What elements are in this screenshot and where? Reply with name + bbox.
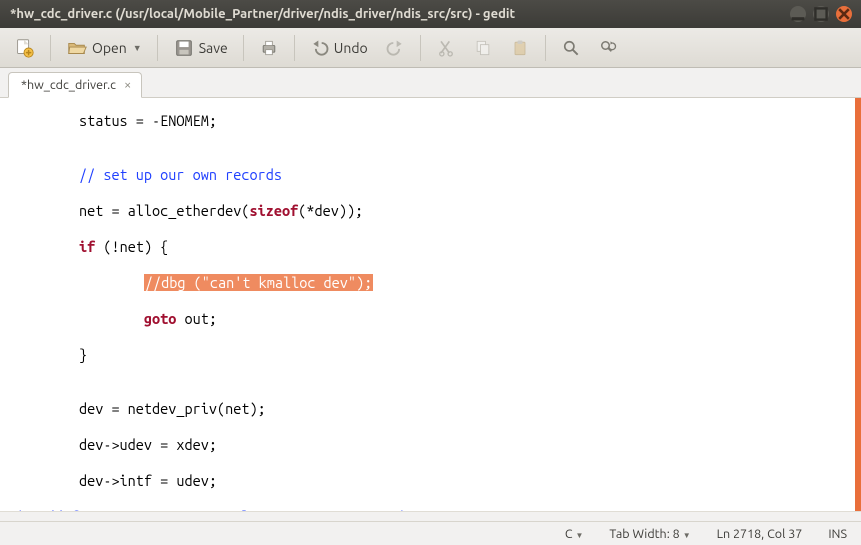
chevron-down-icon: ▼ <box>133 43 142 53</box>
close-icon <box>836 6 852 22</box>
window-title: *hw_cdc_driver.c (/usr/local/Mobile_Part… <box>6 7 790 21</box>
code-line: dev = netdev_priv(net); <box>14 400 855 418</box>
find-replace-button[interactable] <box>591 33 625 63</box>
copy-button[interactable] <box>466 33 500 63</box>
code-line: net = alloc_etherdev(sizeof(*dev)); <box>14 202 855 220</box>
editor-area[interactable]: status = -ENOMEM; // set up our own reco… <box>0 98 861 511</box>
save-button[interactable]: Save <box>166 32 235 64</box>
code-line: /* Add for DTS2011050903736 lxz 20110520… <box>14 508 855 511</box>
tab-close-icon[interactable]: × <box>124 78 131 92</box>
code-line: goto out; <box>14 310 855 328</box>
tab-label: *hw_cdc_driver.c <box>21 78 116 92</box>
redo-button[interactable] <box>378 33 412 63</box>
cut-icon <box>436 38 456 58</box>
minimize-button[interactable] <box>790 6 806 22</box>
undo-label: Undo <box>334 40 368 56</box>
open-label: Open <box>92 40 127 56</box>
insert-mode: INS <box>828 527 847 541</box>
paste-button[interactable] <box>503 33 537 63</box>
find-replace-icon <box>598 38 618 58</box>
separator <box>50 35 51 61</box>
cut-button[interactable] <box>429 33 463 63</box>
tab-file[interactable]: *hw_cdc_driver.c × <box>8 72 142 98</box>
undo-button[interactable]: Undo <box>303 33 375 63</box>
new-document-icon <box>13 37 35 59</box>
separator <box>157 35 158 61</box>
copy-icon <box>473 38 493 58</box>
chevron-down-icon: ▼ <box>683 531 691 540</box>
code-line: // set up our own records <box>14 166 855 184</box>
language-selector[interactable]: C▼ <box>565 527 584 541</box>
code-line: status = -ENOMEM; <box>14 112 855 130</box>
save-icon <box>173 37 195 59</box>
open-folder-icon <box>66 37 88 59</box>
open-button[interactable]: Open ▼ <box>59 32 149 64</box>
maximize-button[interactable] <box>813 6 829 22</box>
code-line: //dbg ("can't kmalloc dev"); <box>14 274 855 292</box>
code-line: } <box>14 346 855 364</box>
close-button[interactable] <box>836 6 852 22</box>
window-controls <box>790 6 855 22</box>
code-line: dev->udev = xdev; <box>14 436 855 454</box>
horizontal-scrollbar[interactable] <box>0 511 861 521</box>
separator <box>294 35 295 61</box>
cursor-position: Ln 2718, Col 37 <box>717 527 803 541</box>
save-label: Save <box>199 40 228 56</box>
tabbar: *hw_cdc_driver.c × <box>0 68 861 98</box>
statusbar: C▼ Tab Width: 8▼ Ln 2718, Col 37 INS <box>0 521 861 545</box>
toolbar: Open ▼ Save Undo <box>0 28 861 68</box>
new-document-button[interactable] <box>6 32 42 64</box>
code-line: if (!net) { <box>14 238 855 256</box>
maximize-icon <box>813 6 829 22</box>
undo-icon <box>310 38 330 58</box>
printer-icon <box>259 38 279 58</box>
search-icon <box>561 38 581 58</box>
separator <box>243 35 244 61</box>
redo-icon <box>385 38 405 58</box>
chevron-down-icon: ▼ <box>576 531 584 540</box>
minimize-icon <box>790 6 806 22</box>
print-button[interactable] <box>252 33 286 63</box>
find-button[interactable] <box>554 33 588 63</box>
separator <box>420 35 421 61</box>
code-line: dev->intf = udev; <box>14 472 855 490</box>
paste-icon <box>510 38 530 58</box>
titlebar: *hw_cdc_driver.c (/usr/local/Mobile_Part… <box>0 0 861 28</box>
selection-highlight: //dbg ("can't kmalloc dev"); <box>144 274 373 291</box>
separator <box>545 35 546 61</box>
tab-width-selector[interactable]: Tab Width: 8▼ <box>609 527 690 541</box>
